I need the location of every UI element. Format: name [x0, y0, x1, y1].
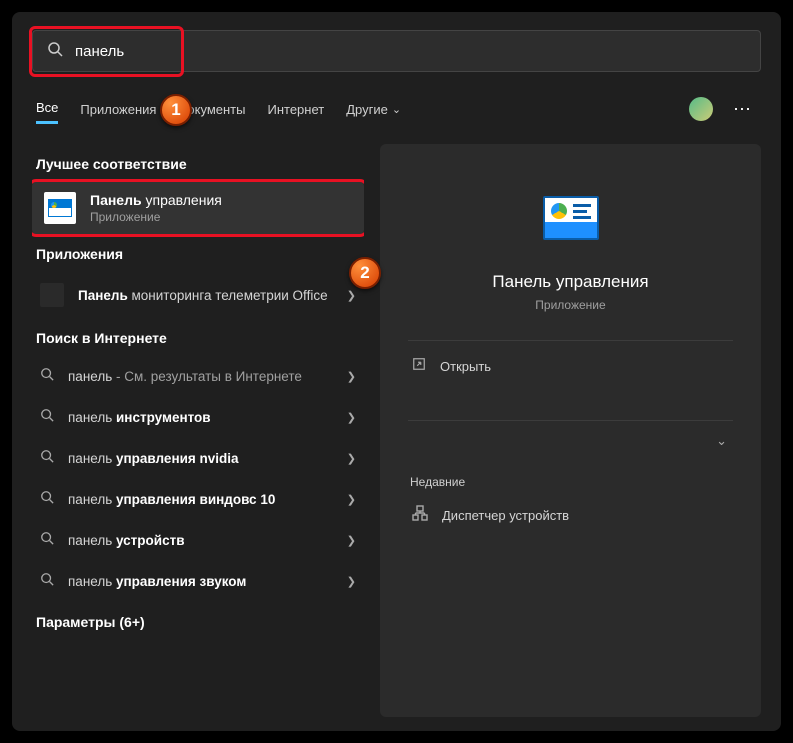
preview-panel: Панель управления Приложение Открыть ⌄ Н… [380, 144, 761, 717]
app-title-rest: мониторинга телеметрии Office [128, 288, 328, 303]
annotation-badge-1: 1 [160, 94, 192, 126]
best-match-header: Лучшее соответствие [36, 156, 364, 172]
apps-header: Приложения [36, 246, 364, 262]
result-subtitle: Приложение [90, 210, 222, 224]
app-title-match: Панель [78, 288, 128, 303]
open-action[interactable]: Открыть [408, 341, 733, 392]
web-result-item[interactable]: панель инструментов ❯ [32, 397, 364, 438]
preview-subtitle: Приложение [535, 298, 605, 312]
chevron-right-icon: ❯ [347, 493, 356, 506]
filter-tabs: Все Приложения Документы Интернет Другие… [32, 94, 761, 124]
app-result-item[interactable]: Панель мониторинга телеметрии Office ❯ [32, 272, 364, 318]
control-panel-icon [44, 192, 76, 224]
search-icon [40, 490, 54, 509]
open-label: Открыть [440, 359, 491, 374]
recent-item[interactable]: Диспетчер устройств [408, 495, 733, 536]
web-header: Поиск в Интернете [36, 330, 364, 346]
chevron-right-icon: ❯ [347, 534, 356, 547]
settings-header[interactable]: Параметры (6+) [36, 614, 364, 630]
control-panel-icon [543, 196, 599, 252]
user-avatar[interactable] [689, 97, 713, 121]
chevron-right-icon: ❯ [347, 289, 356, 302]
search-window: Все Приложения Документы Интернет Другие… [12, 12, 781, 731]
web-result-item[interactable]: панель управления звуком ❯ [32, 561, 364, 602]
recent-header: Недавние [410, 475, 735, 489]
chevron-right-icon: ❯ [347, 452, 356, 465]
search-icon [40, 572, 54, 591]
web-result-item[interactable]: панель управления виндовс 10 ❯ [32, 479, 364, 520]
expand-chevron-icon[interactable]: ⌄ [710, 427, 733, 455]
recent-item-label: Диспетчер устройств [442, 508, 569, 523]
chevron-right-icon: ❯ [347, 411, 356, 424]
tab-web[interactable]: Интернет [267, 96, 324, 123]
search-icon [47, 41, 63, 62]
device-manager-icon [412, 505, 428, 526]
best-match-item[interactable]: Панель управления Приложение [32, 182, 364, 234]
search-input[interactable] [75, 43, 746, 60]
search-icon [40, 408, 54, 427]
result-title-rest: управления [142, 192, 222, 208]
annotation-badge-2: 2 [349, 257, 381, 289]
web-result-item[interactable]: панель - См. результаты в Интернете ❯ [32, 356, 364, 397]
app-icon-placeholder [40, 283, 64, 307]
results-column: Лучшее соответствие Панель управления Пр… [32, 144, 364, 717]
tab-all[interactable]: Все [36, 94, 58, 124]
tab-more[interactable]: Другие [346, 96, 401, 123]
search-bar[interactable] [32, 30, 761, 72]
web-result-item[interactable]: панель устройств ❯ [32, 520, 364, 561]
web-result-item[interactable]: панель управления nvidia ❯ [32, 438, 364, 479]
more-options-button[interactable]: ⋯ [727, 100, 757, 118]
preview-title: Панель управления [492, 272, 648, 292]
search-icon [40, 531, 54, 550]
chevron-right-icon: ❯ [347, 370, 356, 383]
result-title-match: Панель [90, 192, 142, 208]
tab-apps[interactable]: Приложения [80, 96, 156, 123]
search-icon [40, 449, 54, 468]
chevron-right-icon: ❯ [347, 575, 356, 588]
open-icon [412, 357, 426, 376]
search-icon [40, 367, 54, 386]
